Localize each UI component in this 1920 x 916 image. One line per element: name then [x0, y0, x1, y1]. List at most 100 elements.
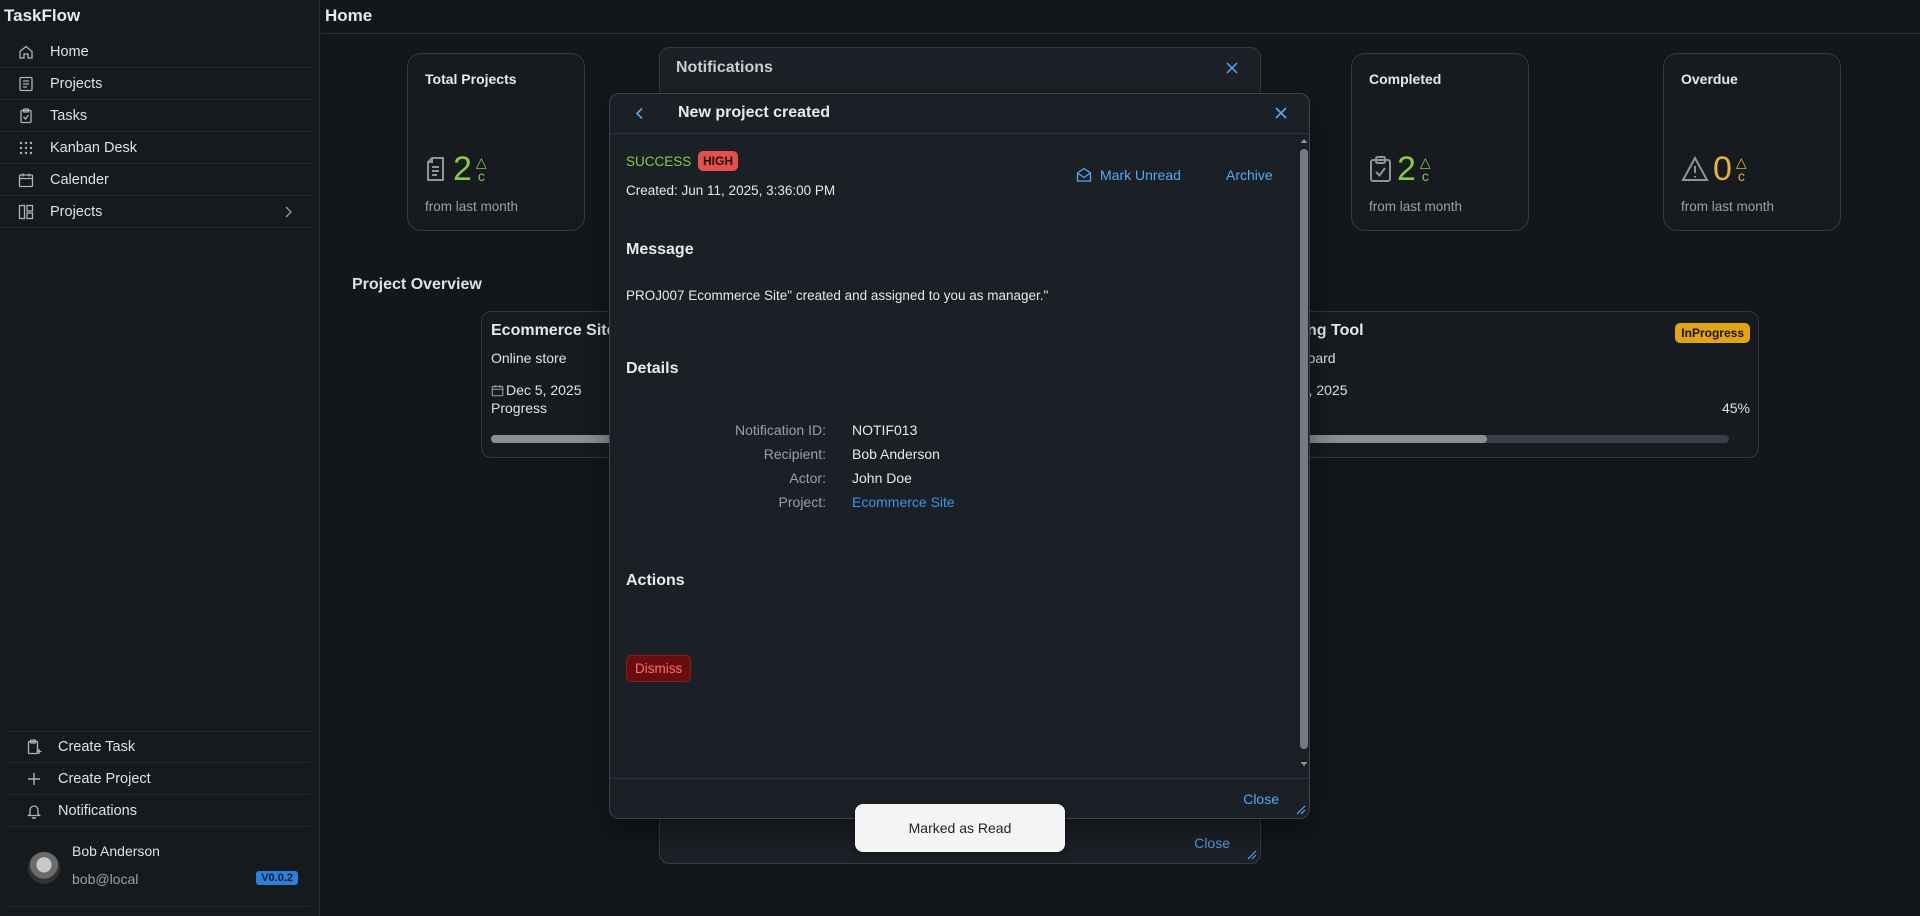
sidebar-item-home[interactable]: Home	[0, 36, 310, 68]
detail-label-notification-id: Notification ID:	[734, 422, 826, 438]
document-icon	[427, 157, 444, 181]
project-date: Dec 5, 2025	[506, 382, 582, 398]
create-task-label: Create Task	[58, 739, 136, 755]
clipboard-icon	[20, 107, 32, 123]
chevron-right-icon	[285, 206, 292, 218]
stat-subtitle: from last month	[425, 199, 519, 214]
close-icon[interactable]	[1226, 62, 1238, 74]
home-icon	[19, 45, 33, 59]
notifications-label: Notifications	[58, 802, 137, 819]
grid-dots-icon	[19, 141, 33, 154]
sidebar-item-label: Kanban Desk	[50, 139, 138, 156]
stat-title: Overdue	[1681, 71, 1738, 87]
message-heading: Message	[626, 241, 694, 258]
status-text: SUCCESS	[626, 154, 692, 169]
stat-card-completed: Completed 2 △ c from last month	[1351, 53, 1529, 231]
notification-detail-dialog: New project created SUCCESS HIGH Created…	[609, 93, 1310, 819]
sidebar-item-projects-group[interactable]: Projects	[0, 196, 310, 228]
projects-icon	[19, 76, 33, 91]
project-card-reporting-tool[interactable]: rting Tool InProgress nboard 20, 2025 ss…	[1289, 311, 1759, 458]
layout-icon	[18, 204, 34, 219]
progress-percent: 45%	[1721, 400, 1750, 416]
scrollbar[interactable]	[1299, 134, 1309, 771]
envelope-open-icon	[1076, 167, 1092, 182]
sidebar-nav: Home Projects Tasks Kanban Desk Calender…	[0, 36, 310, 228]
detail-label-recipient: Recipient:	[763, 446, 826, 462]
sidebar-divider	[8, 906, 310, 907]
progress-label: Progress	[491, 400, 548, 416]
trend-up-icon: △	[475, 154, 487, 170]
progress-bar	[1289, 435, 1729, 443]
sidebar-item-tasks[interactable]: Tasks	[0, 100, 310, 132]
project-title: Ecommerce Site	[491, 322, 616, 339]
bell-icon	[26, 804, 42, 819]
project-due-date: Dec 5, 2025	[491, 382, 582, 398]
mark-unread-button[interactable]: Mark Unread	[1076, 167, 1181, 183]
scroll-down-icon[interactable]	[1300, 761, 1308, 767]
project-link[interactable]: Ecommerce Site	[852, 494, 955, 510]
chevron-left-icon[interactable]	[635, 107, 644, 120]
sidebar-item-label: Projects	[50, 75, 103, 92]
stat-title: Total Projects	[425, 71, 517, 87]
stat-value-row: 0 △ c	[1681, 152, 1747, 186]
top-bar: Home	[321, 0, 1920, 34]
priority-badge: HIGH	[698, 151, 738, 171]
clipboard-plus-icon	[27, 739, 42, 755]
progress-fill	[1289, 435, 1487, 443]
dismiss-button[interactable]: Dismiss	[626, 655, 692, 682]
stat-value: 2	[453, 150, 472, 188]
user-name: Bob Anderson	[72, 843, 160, 859]
archive-button[interactable]: Archive	[1226, 167, 1273, 183]
trend-up-icon: △	[1735, 154, 1747, 170]
stat-card-total-projects: Total Projects 2 △ c from last month	[407, 53, 585, 231]
dialog-header: New project created	[610, 94, 1309, 134]
trend-indicator: △ c	[476, 155, 487, 183]
close-icon[interactable]	[1275, 107, 1287, 119]
mark-unread-label: Mark Unread	[1100, 167, 1181, 183]
dialog-close-button[interactable]: Close	[1243, 791, 1279, 807]
trend-indicator: △ c	[1736, 155, 1747, 183]
sidebar-item-label: Projects	[50, 203, 103, 220]
sidebar-item-label: Home	[50, 43, 89, 60]
stat-subtitle: from last month	[1369, 199, 1463, 214]
project-subtitle: Online store	[491, 350, 567, 366]
trend-label: c	[1421, 168, 1429, 184]
calendar-icon	[491, 384, 504, 396]
notifications-close-button[interactable]: Close	[1194, 835, 1230, 851]
sidebar: TaskFlow Home Projects Tasks Kanban Desk…	[0, 0, 320, 916]
detail-value-recipient: Bob Anderson	[852, 446, 940, 462]
resize-handle-icon[interactable]	[1296, 805, 1306, 815]
create-project-button[interactable]: Create Project	[8, 763, 310, 795]
message-text: PROJ007 Ecommerce Site" created and assi…	[626, 288, 1049, 303]
detail-label-project: Project:	[778, 494, 826, 510]
detail-value-notification-id: NOTIF013	[852, 422, 918, 438]
page-title: Home	[325, 6, 373, 25]
toast-message: Marked as Read	[855, 804, 1065, 852]
project-overview-heading: Project Overview	[352, 276, 482, 293]
clipboard-check-icon	[1370, 156, 1391, 182]
create-project-label: Create Project	[58, 770, 151, 787]
stat-value: 2	[1397, 150, 1416, 188]
stat-value-row: 2 △ c	[1369, 152, 1431, 186]
detail-value-actor: John Doe	[852, 470, 912, 486]
calendar-icon	[18, 173, 34, 187]
sidebar-item-label: Calender	[50, 171, 109, 188]
sidebar-item-projects[interactable]: Projects	[0, 68, 310, 100]
trend-up-icon: △	[1419, 154, 1431, 170]
sidebar-item-calender[interactable]: Calender	[0, 164, 310, 196]
user-profile[interactable]: Bob Anderson bob@local V0.0.2	[28, 843, 298, 893]
notifications-dialog-title: Notifications	[676, 59, 773, 76]
trend-label: c	[1737, 168, 1745, 184]
stat-card-overdue: Overdue 0 △ c from last month	[1663, 53, 1841, 231]
detail-label-actor: Actor:	[789, 470, 826, 486]
stat-title: Completed	[1369, 71, 1442, 87]
sidebar-actions: Create Task Create Project Notifications	[8, 731, 310, 827]
scrollbar-thumb[interactable]	[1300, 149, 1308, 749]
sidebar-item-kanban-desk[interactable]: Kanban Desk	[0, 132, 310, 164]
scroll-up-icon[interactable]	[1300, 138, 1308, 144]
notifications-button[interactable]: Notifications	[8, 795, 310, 827]
resize-handle-icon[interactable]	[1247, 850, 1257, 860]
sidebar-item-label: Tasks	[50, 107, 88, 124]
dialog-title: New project created	[678, 104, 831, 121]
create-task-button[interactable]: Create Task	[8, 731, 310, 763]
